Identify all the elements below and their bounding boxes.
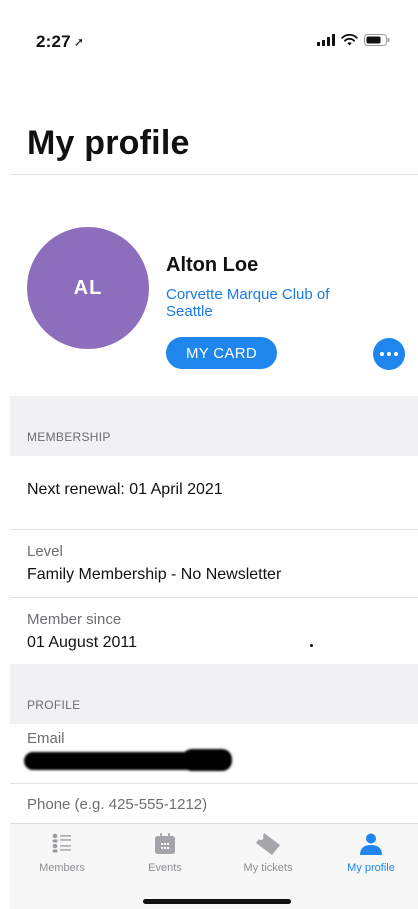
profile-section-title: PROFILE (27, 698, 81, 712)
status-bar: 2:27 ➚ (0, 0, 418, 60)
calendar-icon (155, 833, 175, 854)
more-dot-icon (380, 352, 384, 356)
member-since-value: 01 August 2011 (27, 634, 138, 651)
tab-events-label: Events (148, 862, 182, 874)
profile-organization-link[interactable]: Corvette Marque Club of Seattle (166, 286, 366, 320)
my-card-button[interactable]: MY CARD (166, 337, 277, 369)
ticket-icon (256, 833, 280, 855)
more-dot-icon (394, 352, 398, 356)
person-icon (360, 833, 382, 855)
tab-bar: Members Events My tickets My profile (10, 823, 418, 909)
members-icon (52, 833, 71, 853)
tab-members[interactable]: Members (12, 832, 112, 880)
membership-section-title: MEMBERSHIP (27, 430, 111, 444)
divider (10, 783, 418, 784)
profile-name: Alton Loe (166, 254, 259, 276)
location-arrow-icon: ➚ (73, 35, 85, 49)
tab-my-tickets[interactable]: My tickets (218, 832, 318, 880)
avatar: AL (27, 227, 149, 349)
tab-my-tickets-label: My tickets (243, 862, 293, 874)
tab-my-profile-label: My profile (347, 862, 395, 874)
wifi-icon (341, 34, 358, 46)
level-label: Level (27, 543, 63, 560)
divider (10, 597, 418, 598)
tab-events[interactable]: Events (115, 832, 215, 880)
cellular-signal-icon (317, 34, 335, 46)
avatar-initials: AL (73, 276, 103, 299)
profile-section-header: PROFILE (10, 664, 418, 724)
stray-dot (310, 644, 313, 647)
email-label: Email (27, 730, 65, 747)
next-renewal-text: Next renewal: 01 April 2021 (27, 481, 223, 498)
status-icons (317, 34, 390, 46)
membership-section-header: MEMBERSHIP (10, 396, 418, 456)
page-title: My profile (27, 124, 190, 162)
status-time-text: 2:27 (36, 32, 71, 51)
phone-label: Phone (e.g. 425-555-1212) (27, 796, 208, 813)
level-value: Family Membership - No Newsletter (27, 566, 282, 583)
more-dot-icon (387, 352, 391, 356)
home-indicator (143, 899, 291, 904)
more-options-button[interactable] (373, 338, 405, 370)
member-since-label: Member since (27, 611, 122, 628)
status-time: 2:27 ➚ (36, 32, 84, 52)
battery-icon (364, 34, 390, 46)
divider (10, 529, 418, 530)
tab-members-label: Members (39, 862, 85, 874)
tab-my-profile[interactable]: My profile (321, 832, 418, 880)
redacted-email-value (24, 749, 232, 771)
divider (10, 174, 418, 175)
